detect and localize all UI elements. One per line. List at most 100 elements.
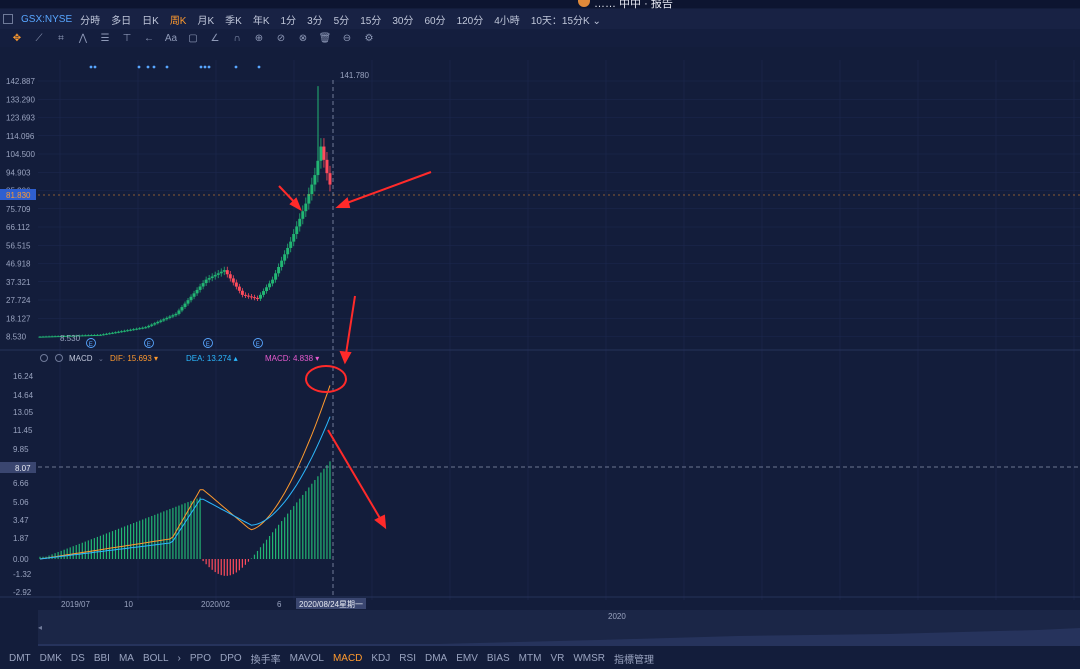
candle-body	[98, 334, 102, 336]
period-3[interactable]: 日K	[142, 12, 159, 27]
pattern-tool-icon[interactable]: ⋀	[76, 33, 90, 44]
indicator-20[interactable]: 指標管理	[614, 651, 654, 666]
price-tick: 56.515	[6, 241, 31, 250]
candle-body	[123, 330, 127, 332]
candle-body	[207, 278, 211, 280]
macd-tick: 0.00	[13, 555, 29, 564]
macd-tick: 1.87	[13, 534, 29, 543]
symbol-label[interactable]: GSX:NYSE	[21, 14, 72, 25]
cursor-date-label: 2020/08/24星期一	[299, 600, 363, 609]
lock-icon[interactable]: ⊕	[252, 33, 266, 44]
period-15[interactable]: 4小時	[494, 12, 520, 27]
indicator-11[interactable]: MACD	[333, 653, 362, 664]
period-13[interactable]: 60分	[424, 12, 445, 27]
indicator-8[interactable]: DPO	[220, 653, 242, 664]
magnet-icon[interactable]: ∩	[230, 33, 244, 44]
indicator-3[interactable]: BBI	[94, 653, 110, 664]
period-1[interactable]: 分時	[80, 12, 100, 27]
channel-tool-icon[interactable]: ⌗	[54, 33, 68, 44]
kline-chart[interactable]: 142.887 133.290 123.693 114.096 104.500 94.90…	[0, 10, 1080, 609]
macd-tick: 11.45	[13, 426, 33, 435]
indicator-14[interactable]: DMA	[425, 653, 447, 664]
indicator-12[interactable]: KDJ	[371, 653, 390, 664]
period-5[interactable]: 月K	[197, 12, 214, 27]
macd-dropdown-icon[interactable]: ⌄	[98, 356, 104, 363]
dif-value: DIF: 15.693 ▾	[110, 354, 158, 363]
period-4[interactable]: 周K	[170, 12, 187, 27]
candle-body	[310, 184, 314, 195]
indicator-2[interactable]: DS	[71, 653, 85, 664]
period-12[interactable]: 30分	[392, 12, 413, 27]
candle-body	[243, 294, 247, 296]
period-11[interactable]: 15分	[360, 12, 381, 27]
candle-body	[80, 335, 84, 337]
candle-body	[189, 296, 193, 301]
period-9[interactable]: 3分	[307, 12, 323, 27]
trash-icon[interactable]: 🗑	[318, 33, 332, 44]
line-tool-icon[interactable]: ⟋	[32, 33, 46, 44]
angle-tool-icon[interactable]: ∠	[208, 33, 222, 44]
macd-tick: 9.85	[13, 445, 29, 454]
crosshair-icon[interactable]: ✥	[10, 33, 24, 44]
candle-body	[41, 336, 45, 338]
period-7[interactable]: 年K	[253, 12, 270, 27]
chart-area[interactable]: 142.887 133.290 123.693 114.096 104.500 94.90…	[0, 10, 1080, 609]
indicator-15[interactable]: EMV	[456, 653, 478, 664]
indicator-4[interactable]: MA	[119, 653, 134, 664]
macd-tick: -1.32	[13, 570, 32, 579]
indicator-6[interactable]: ›	[178, 653, 181, 664]
period-14[interactable]: 120分	[457, 12, 484, 27]
candle-body	[138, 328, 142, 330]
fib-tool-icon[interactable]: ☰	[98, 33, 112, 44]
indicator-9[interactable]: 換手率	[251, 651, 281, 666]
note-tool-icon[interactable]: ▢	[186, 33, 200, 44]
signal-dot	[152, 65, 156, 69]
indicator-17[interactable]: MTM	[519, 653, 542, 664]
indicator-5[interactable]: BOLL	[143, 653, 169, 664]
candle-body	[162, 319, 166, 321]
navigator-left-handle[interactable]: ◂	[38, 623, 42, 632]
indicator-10[interactable]: MAVOL	[290, 653, 324, 664]
indicator-16[interactable]: BIAS	[487, 653, 510, 664]
indicator-1[interactable]: DMK	[40, 653, 62, 664]
period-2[interactable]: 多日	[111, 12, 131, 27]
period-10[interactable]: 5分	[334, 12, 350, 27]
event-marker-label: E	[89, 342, 93, 348]
candle-body	[86, 335, 90, 337]
settings-icon[interactable]: ⚙	[362, 33, 376, 44]
measure-tool-icon[interactable]: ⊤	[120, 33, 134, 44]
candle-body	[328, 173, 332, 185]
high-price-label: 141.780	[340, 71, 369, 80]
candle-body	[89, 335, 93, 337]
signal-dot	[89, 65, 93, 69]
eye-icon[interactable]: ⊘	[274, 33, 288, 44]
link-icon[interactable]: ⊖	[340, 33, 354, 44]
candle-body	[180, 307, 184, 311]
indicator-18[interactable]: VR	[550, 653, 564, 664]
text-tool-icon[interactable]: Aa	[164, 33, 178, 44]
macd-current-label: 8.07	[15, 464, 31, 473]
indicator-0[interactable]: DMT	[9, 653, 31, 664]
indicator-19[interactable]: WMSR	[573, 653, 605, 664]
candle-body	[195, 289, 199, 294]
arrow-tool-icon[interactable]: ←	[142, 33, 156, 44]
candle-body	[126, 330, 130, 332]
candle-body	[304, 203, 308, 212]
candle-body	[177, 310, 181, 314]
candle-body	[213, 274, 217, 277]
period-16[interactable]: 10天：15分K ⌄	[531, 12, 601, 27]
candle-body	[104, 333, 108, 335]
macd-value: MACD: 4.838 ▾	[265, 354, 319, 363]
time-navigator[interactable]: ◂ 2020	[38, 610, 1080, 646]
layout-toggle-icon[interactable]	[3, 14, 13, 24]
indicator-13[interactable]: RSI	[399, 653, 416, 664]
candle-body	[38, 336, 42, 338]
candle-body	[222, 270, 226, 272]
period-8[interactable]: 1分	[281, 12, 297, 27]
period-6[interactable]: 季K	[225, 12, 242, 27]
macd-tick: 14.64	[13, 391, 34, 400]
candle-body	[237, 286, 241, 291]
hide-icon[interactable]: ⊗	[296, 33, 310, 44]
indicator-7[interactable]: PPO	[190, 653, 211, 664]
candle-body	[271, 279, 275, 284]
